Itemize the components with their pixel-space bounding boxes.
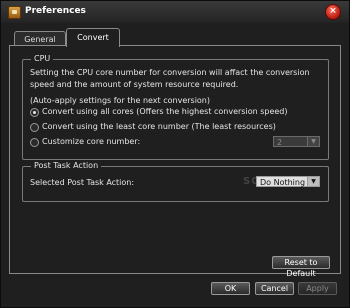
- chevron-down-icon: ▼: [307, 177, 319, 186]
- cpu-description-line1: Setting the CPU core number for conversi…: [30, 68, 310, 77]
- option-customize-label[interactable]: Customize core number:: [42, 137, 140, 146]
- auto-apply-note: (Auto-apply settings for the next conver…: [30, 96, 210, 105]
- ok-button[interactable]: OK: [211, 282, 250, 295]
- post-task-value: Do Nothing: [260, 178, 306, 187]
- cpu-legend: CPU: [31, 54, 54, 63]
- option-least-cores-label[interactable]: Convert using the least core number (The…: [42, 122, 276, 131]
- post-task-label: Selected Post Task Action:: [30, 178, 135, 187]
- title-bar: Preferences ×: [1, 1, 349, 23]
- post-task-select[interactable]: Do Nothing ▼: [256, 176, 320, 187]
- radio-all-cores[interactable]: [30, 108, 39, 117]
- reset-to-default-button[interactable]: Reset to Default: [272, 256, 330, 278]
- core-number-select[interactable]: 2 ▼: [273, 136, 320, 147]
- chevron-down-icon: ▼: [307, 137, 319, 146]
- apply-button[interactable]: Apply: [298, 282, 337, 295]
- cpu-description-line2: speed and the amount of system resource …: [30, 80, 239, 89]
- close-button[interactable]: ×: [325, 4, 341, 20]
- radio-least-cores[interactable]: [30, 123, 39, 132]
- post-task-legend: Post Task Action: [31, 161, 102, 170]
- tab-convert[interactable]: Convert: [66, 28, 120, 47]
- radio-customize-cores[interactable]: [30, 138, 39, 147]
- core-number-value: 2: [277, 138, 283, 147]
- window-title: Preferences: [25, 6, 86, 16]
- option-all-cores-label[interactable]: Convert using all cores (Offers the high…: [42, 107, 288, 116]
- cancel-button[interactable]: Cancel: [255, 282, 294, 295]
- app-icon: [8, 6, 21, 19]
